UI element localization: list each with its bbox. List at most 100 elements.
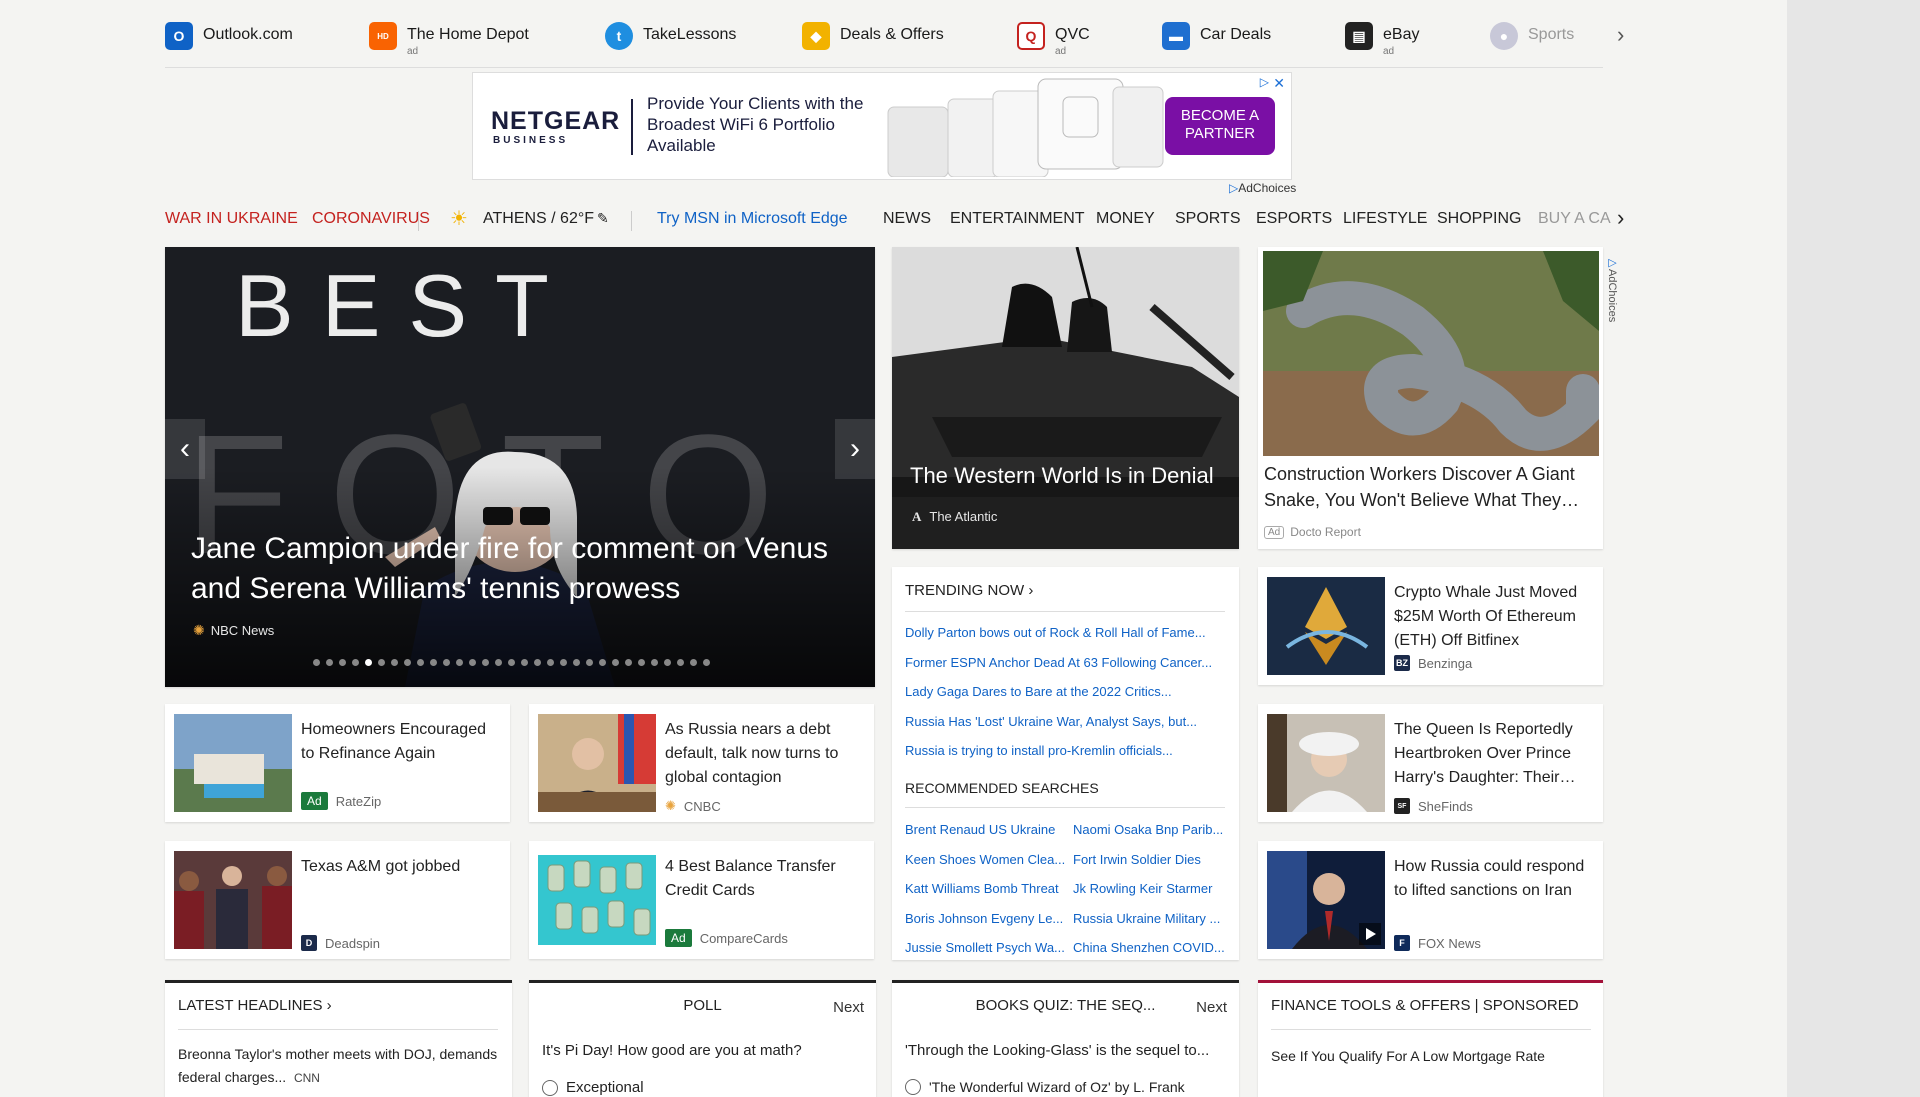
headline-link[interactable]: Breonna Taylor's mother meets with DOJ, … [178,1043,498,1090]
search-link[interactable]: Naomi Osaka Bnp Parib... [1073,822,1223,837]
ad-card-balance-transfer[interactable]: 4 Best Balance Transfer Credit Cards Ad … [529,841,874,959]
scroll-gutter[interactable] [1787,0,1920,1097]
trending-header[interactable]: TRENDING NOW › [905,582,1033,599]
hero-carousel[interactable]: BEST FOTO ‹ › Jane Campion under fire fo… [165,247,875,687]
quiz-question: 'Through the Looking-Glass' is the seque… [905,1042,1210,1059]
carousel-dot[interactable] [664,659,671,666]
news-card-queen[interactable]: The Queen Is Reportedly Heartbroken Over… [1258,704,1603,822]
nav-weather[interactable]: ATHENS / 62°F [483,210,594,228]
search-link[interactable]: Katt Williams Bomb Threat [905,881,1059,896]
close-icon[interactable]: ✕ [1273,75,1285,92]
quicklinks-next-icon[interactable]: › [1617,22,1624,48]
nav-tab-lifestyle[interactable]: LIFESTYLE [1343,210,1427,228]
carousel-dot[interactable] [599,659,606,666]
ad-card-refinance[interactable]: Homeowners Encouraged to Refinance Again… [165,704,510,822]
nav-war-in-ukraine[interactable]: WAR IN UKRAINE [165,210,298,228]
quiz-option[interactable]: 'The Wonderful Wizard of Oz' by L. Frank [905,1079,1185,1095]
adchoices-vertical[interactable]: ▷AdChoices [1605,256,1619,326]
hero-title[interactable]: Jane Campion under fire for comment on V… [191,529,831,609]
news-card-western-world[interactable]: The Western World Is in Denial A The Atl… [892,247,1239,549]
news-card-crypto-whale[interactable]: Crypto Whale Just Moved $25M Worth Of Et… [1258,567,1603,685]
carousel-dot[interactable] [391,659,398,666]
quicklink-takelessons[interactable]: t TakeLessons [605,22,736,50]
carousel-dot[interactable] [495,659,502,666]
carousel-dot[interactable] [612,659,619,666]
trending-link[interactable]: Lady Gaga Dares to Bare at the 2022 Crit… [905,684,1172,699]
carousel-dot[interactable] [313,659,320,666]
carousel-dot[interactable] [521,659,528,666]
carousel-dot[interactable] [443,659,450,666]
carousel-dot[interactable] [703,659,710,666]
search-link[interactable]: Jussie Smollett Psych Wa... [905,940,1065,955]
nav-tab-news[interactable]: NEWS [883,210,931,228]
radio-button[interactable] [542,1079,558,1096]
edit-pencil-icon[interactable]: ✎ [597,210,609,227]
adchoices-link[interactable]: ▷AdChoices [1229,181,1296,195]
news-card-texas-am[interactable]: Texas A&M got jobbed D Deadspin [165,841,510,959]
carousel-dot[interactable] [625,659,632,666]
carousel-dot[interactable] [638,659,645,666]
carousel-dot[interactable] [534,659,541,666]
search-link[interactable]: Jk Rowling Keir Starmer [1073,881,1212,896]
carousel-dot[interactable] [339,659,346,666]
carousel-dot[interactable] [482,659,489,666]
nav-tab-sports[interactable]: SPORTS [1175,210,1241,228]
nav-coronavirus[interactable]: CORONAVIRUS [312,210,430,228]
become-partner-button[interactable]: BECOME A PARTNER [1165,97,1275,155]
carousel-dot[interactable] [690,659,697,666]
nav-next-icon[interactable]: › [1617,205,1624,231]
quicklink-car-deals[interactable]: ▬ Car Deals [1162,22,1271,50]
search-link[interactable]: Russia Ukraine Military ... [1073,911,1220,926]
poll-option[interactable]: Exceptional [542,1079,644,1096]
nav-tab-money[interactable]: MONEY [1096,210,1155,228]
carousel-dot[interactable] [677,659,684,666]
news-card-russia-iran[interactable]: How Russia could respond to lifted sanct… [1258,841,1603,959]
carousel-dot[interactable] [469,659,476,666]
carousel-dot[interactable] [508,659,515,666]
carousel-dot[interactable] [404,659,411,666]
latest-headlines-header[interactable]: LATEST HEADLINES › [178,997,332,1014]
trending-link[interactable]: Dolly Parton bows out of Rock & Roll Hal… [905,625,1206,640]
banner-ad[interactable]: NETGEAR BUSINESS Provide Your Clients wi… [472,72,1292,180]
carousel-dot[interactable] [573,659,580,666]
trending-link[interactable]: Russia is trying to install pro-Kremlin … [905,743,1173,758]
search-link[interactable]: Keen Shoes Women Clea... [905,852,1065,867]
quicklink-deals[interactable]: ◆ Deals & Offers [802,22,944,50]
carousel-dot[interactable] [560,659,567,666]
quicklink-ebay[interactable]: ▤ eBay ad [1345,22,1419,57]
carousel-dot[interactable] [326,659,333,666]
search-link[interactable]: Boris Johnson Evgeny Le... [905,911,1063,926]
nav-tab-entertainment[interactable]: ENTERTAINMENT [950,210,1085,228]
radio-button[interactable] [905,1079,921,1095]
carousel-dot[interactable] [417,659,424,666]
quicklink-sports[interactable]: ● Sports [1490,22,1574,50]
carousel-dot[interactable] [378,659,385,666]
search-link[interactable]: China Shenzhen COVID... [1073,940,1225,955]
trending-link[interactable]: Russia Has 'Lost' Ukraine War, Analyst S… [905,714,1197,729]
search-link[interactable]: Fort Irwin Soldier Dies [1073,852,1201,867]
carousel-dot[interactable] [430,659,437,666]
news-card-russia-debt[interactable]: As Russia nears a debt default, talk now… [529,704,874,822]
carousel-dot[interactable] [651,659,658,666]
adchoices-icon[interactable]: ▷ [1260,75,1269,89]
carousel-dot[interactable] [547,659,554,666]
trending-link[interactable]: Former ESPN Anchor Dead At 63 Following … [905,655,1212,670]
quiz-next-button[interactable]: Next [1196,999,1227,1016]
ad-card-giant-snake[interactable]: Construction Workers Discover A Giant Sn… [1258,247,1603,549]
carousel-next-icon[interactable]: › [835,419,875,479]
try-edge-link[interactable]: Try MSN in Microsoft Edge [657,210,848,228]
finance-link[interactable]: See If You Qualify For A Low Mortgage Ra… [1271,1045,1591,1068]
poll-next-button[interactable]: Next [833,999,864,1016]
search-link[interactable]: Brent Renaud US Ukraine [905,822,1055,837]
nav-tab-esports[interactable]: ESPORTS [1256,210,1332,228]
quicklink-qvc[interactable]: Q QVC ad [1017,22,1090,57]
carousel-prev-icon[interactable]: ‹ [165,419,205,479]
nav-tab-buy-a-car[interactable]: BUY A CA [1538,210,1611,228]
carousel-dot[interactable] [586,659,593,666]
nav-tab-shopping[interactable]: SHOPPING [1437,210,1521,228]
carousel-dot[interactable] [352,659,359,666]
carousel-dot[interactable] [456,659,463,666]
quicklink-home-depot[interactable]: HD The Home Depot ad [369,22,529,57]
carousel-dot[interactable] [365,659,372,666]
quicklink-outlook[interactable]: O Outlook.com [165,22,293,50]
